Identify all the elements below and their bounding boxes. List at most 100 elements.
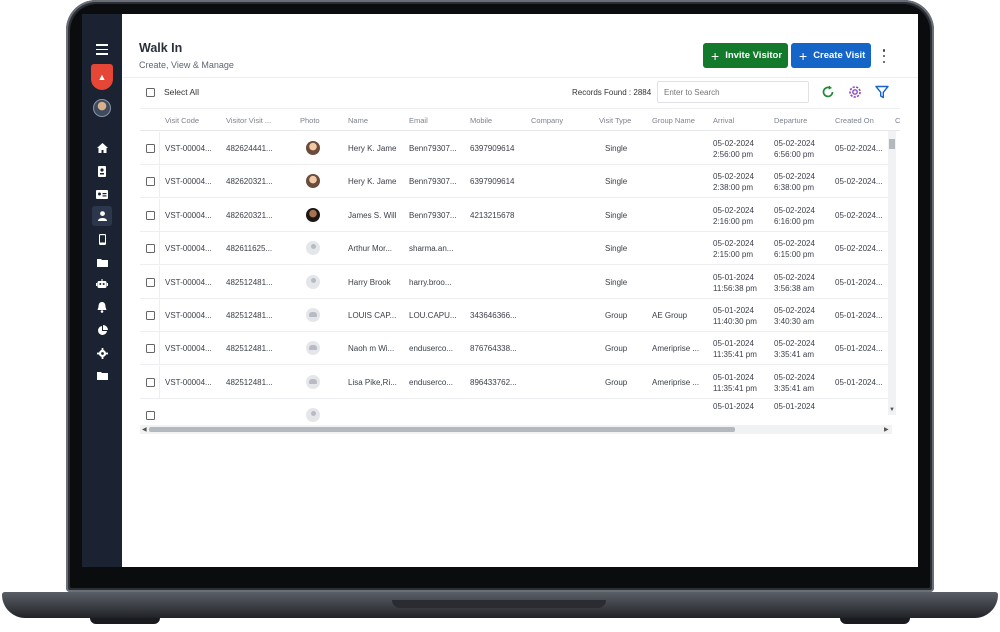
horizontal-scrollbar[interactable]: ◀ ▶ (140, 425, 892, 434)
person-icon[interactable] (92, 206, 112, 226)
table-row[interactable]: VST-00004... 482611625... Arthur Mor... sha… (140, 232, 892, 266)
col-visit-code[interactable]: Visit Code (165, 116, 199, 125)
col-name[interactable]: Name (348, 116, 368, 125)
cell-departure: 05-02-2024 3:40:30 am (774, 305, 815, 327)
col-group-name[interactable]: Group Name (652, 116, 695, 125)
col-departure[interactable]: Departure (774, 116, 807, 125)
row-checkbox[interactable] (146, 244, 155, 254)
cell-time: 3:35:41 am (774, 383, 815, 393)
scroll-right-arrow[interactable]: ▶ (884, 426, 889, 433)
horizontal-scroll-thumb[interactable] (149, 427, 735, 432)
cell-time: 3:40:30 am (774, 317, 815, 326)
cell-visit: 482512481... (226, 311, 273, 320)
laptop-foot (840, 618, 910, 624)
cell-arrival: 05-02-2024 2:38:00 pm (713, 171, 754, 193)
row-checkbox[interactable] (146, 411, 155, 421)
gear-icon[interactable] (92, 343, 112, 363)
vertical-scrollbar[interactable]: ▼ (888, 131, 896, 415)
col-email[interactable]: Email (409, 116, 428, 125)
cell-type: Single (605, 177, 628, 187)
col-photo[interactable]: Photo (300, 116, 320, 125)
row-checkbox[interactable] (146, 377, 155, 387)
col-visitor-visit[interactable]: Visitor Visit ... (226, 116, 271, 125)
cell-name: Arthur Mor... (348, 244, 393, 254)
cell-group: Ameriprise ... (652, 377, 700, 387)
plus-icon: + (711, 47, 720, 64)
select-all-checkbox[interactable] (146, 87, 155, 97)
table-row[interactable]: VST-00004... 482512481... LOUIS CAP... LOU.… (140, 299, 892, 332)
row-checkbox[interactable] (146, 210, 155, 220)
table-row[interactable]: VST-00004... 482512481... Naoh m Wi... endu… (140, 332, 892, 366)
cell-time: 2:16:00 pm (713, 216, 754, 226)
cell-type: Group (605, 344, 628, 354)
row-checkbox[interactable] (146, 344, 155, 354)
cell-time: 11:56:38 pm (713, 283, 757, 293)
table-row-partial[interactable]: 05-01-2024 05-01-2024 (140, 399, 892, 424)
cell-time: 3:35:41 am (774, 350, 815, 360)
pie-chart-icon[interactable] (92, 320, 112, 340)
row-divider (159, 365, 160, 399)
col-more[interactable]: C (895, 116, 900, 125)
row-divider (159, 332, 160, 366)
cell-created-on: 05-01-2024... (835, 277, 883, 287)
table-row[interactable]: VST-00004... 482512481... Harry Brook harry… (140, 265, 892, 299)
visitor-photo (306, 374, 320, 389)
select-all[interactable]: Select All (146, 87, 199, 97)
cell-email: enduserco... (409, 377, 454, 387)
row-checkbox[interactable] (146, 177, 155, 187)
user-avatar[interactable] (93, 99, 111, 117)
mobile-icon[interactable] (92, 229, 112, 249)
row-checkbox[interactable] (146, 144, 155, 153)
cell-time: 6:38:00 pm (774, 183, 815, 193)
create-visit-button[interactable]: + Create Visit (791, 43, 871, 68)
cell-name: Hery K. Jame (348, 144, 397, 153)
menu-icon[interactable] (96, 44, 108, 58)
cell-date: 05-01-2024 (713, 272, 754, 282)
visitor-photo (306, 174, 320, 189)
cell-arrival: 05-02-2024 2:15:00 pm (713, 238, 754, 260)
cell-time: 2:38:00 pm (713, 183, 754, 193)
cell-date: 05-02-2024 (774, 372, 815, 382)
cell-arrival: 05-01-2024 11:35:41 pm (713, 338, 757, 360)
row-checkbox[interactable] (146, 311, 155, 320)
col-arrival[interactable]: Arrival (713, 116, 734, 125)
badge-icon[interactable] (92, 161, 112, 181)
refresh-icon[interactable] (820, 84, 836, 100)
cell-code: VST-00004... (165, 177, 212, 187)
folder-icon[interactable] (92, 365, 112, 385)
table-row[interactable]: VST-00004... 482620321... Hery K. Jame Benn… (140, 165, 892, 199)
scroll-left-arrow[interactable]: ◀ (142, 426, 147, 433)
cell-arrival: 05-01-2024 11:56:38 pm (713, 272, 757, 294)
col-created-on[interactable]: Created On (835, 116, 874, 125)
table-row[interactable]: VST-00004... 482620321... James S. Will Ben… (140, 198, 892, 232)
cell-date: 05-02-2024 (774, 339, 815, 349)
cell-code: VST-00004... (165, 377, 212, 387)
col-company[interactable]: Company (531, 116, 563, 125)
filter-icon[interactable] (874, 84, 890, 100)
folder-icon[interactable] (92, 252, 112, 272)
bell-icon[interactable] (92, 297, 112, 317)
vertical-scroll-thumb[interactable] (889, 139, 895, 149)
invite-visitor-button[interactable]: + Invite Visitor (703, 43, 788, 68)
id-card-icon[interactable] (92, 184, 112, 204)
cell-mobile: 896433762... (470, 377, 517, 387)
more-options-icon[interactable] (878, 48, 890, 64)
table-row[interactable]: VST-00004... 482512481... Lisa Pike,Ri... e… (140, 365, 892, 399)
search-input[interactable] (657, 81, 809, 103)
cell-type: Single (605, 210, 628, 220)
row-checkbox[interactable] (146, 277, 155, 287)
col-visit-type[interactable]: Visit Type (599, 116, 631, 125)
cell-email: harry.broo... (409, 277, 452, 287)
table-row[interactable]: VST-00004... 482624441... Hery K. Jame Benn… (140, 132, 892, 165)
home-icon[interactable] (92, 138, 112, 158)
cell-email: enduserco... (409, 344, 454, 354)
cell-group: AE Group (652, 311, 688, 320)
app-screen: ▲ Walk In Create, View & Manage + Invite… (82, 14, 918, 567)
settings-icon[interactable] (847, 84, 863, 100)
robot-icon[interactable] (92, 274, 112, 294)
cell-arrival: 05-01-2024 (713, 402, 754, 412)
scroll-down-arrow[interactable]: ▼ (889, 407, 895, 413)
records-found: Records Found : 2884 (572, 88, 652, 97)
row-divider (159, 265, 160, 299)
col-mobile[interactable]: Mobile (470, 116, 492, 125)
